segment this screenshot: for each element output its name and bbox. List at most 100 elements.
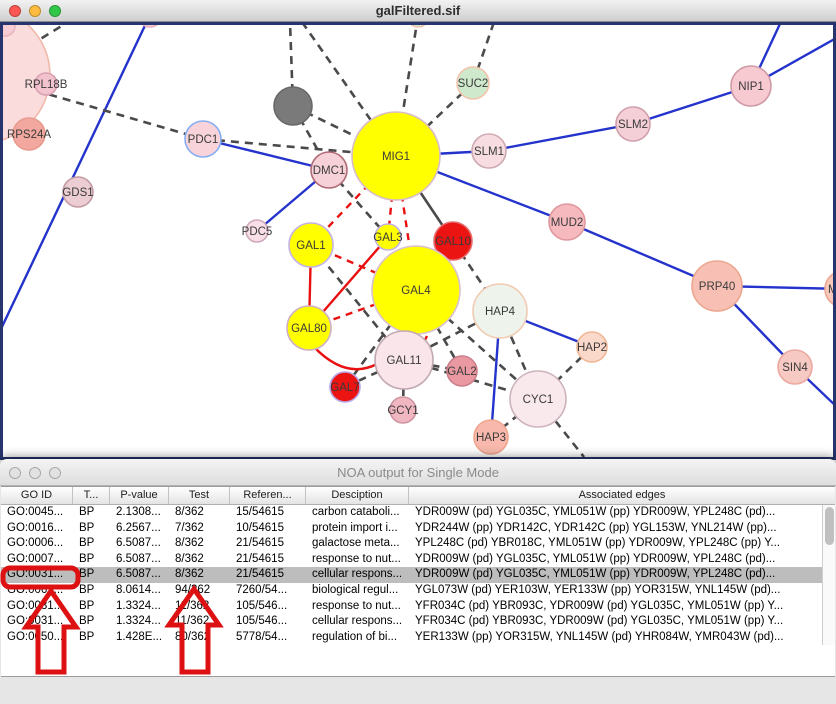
table-cell: 6.5087... <box>110 552 169 568</box>
column-header-test[interactable]: Test <box>169 487 230 504</box>
table-cell: 8/362 <box>169 505 230 521</box>
table-cell: BP <box>73 567 110 583</box>
table-cell: YFR034C (pd) YBR093C, YDR009W (pd) YGL03… <box>409 599 835 615</box>
node-label-GAL80: GAL80 <box>291 323 327 335</box>
column-header-associated-edges[interactable]: Associated edges <box>409 487 835 504</box>
table-cell: regulation of bi... <box>306 630 409 646</box>
table-cell: 2.1308... <box>110 505 169 521</box>
node-label-GAL2: GAL2 <box>447 366 476 378</box>
table-row[interactable]: GO:0065...BP8.0614...94/3627260/54...bio… <box>1 583 835 599</box>
network-window-titlebar[interactable]: galFiltered.sif <box>0 0 836 22</box>
table-row[interactable]: GO:0007...BP6.5087...8/36221/54615respon… <box>1 552 835 568</box>
scrollbar-thumb[interactable] <box>825 507 834 545</box>
node-label-MSL1: MSL1 <box>828 284 836 296</box>
table-body: GO:0045...BP2.1308...8/36215/54615carbon… <box>1 505 835 645</box>
table-cell: BP <box>73 599 110 615</box>
table-cell: YER133W (pp) YOR315W, YNL145W (pd) YHR08… <box>409 630 835 646</box>
table-cell: BP <box>73 536 110 552</box>
node-label-GAL3: GAL3 <box>373 232 402 244</box>
node-nip-cut[interactable] <box>773 22 799 24</box>
table-cell: 11/362 <box>169 599 230 615</box>
vertical-scrollbar[interactable] <box>822 505 835 645</box>
node-label-DMC1: DMC1 <box>313 165 346 177</box>
column-header-p-value[interactable]: P-value <box>110 487 169 504</box>
table-cell: 105/546... <box>230 599 306 615</box>
network-window-title: galFiltered.sif <box>0 3 836 18</box>
table-cell: 105/546... <box>230 614 306 630</box>
node-label-HAP3: HAP3 <box>476 432 506 444</box>
node-label-PDC1: PDC1 <box>188 134 219 146</box>
table-cell: 1.3324... <box>110 614 169 630</box>
noa-output-window: NOA output for Single Mode GO IDT...P-va… <box>0 459 836 704</box>
noa-window-title: NOA output for Single Mode <box>0 465 836 480</box>
node-label-PRP40: PRP40 <box>699 281 735 293</box>
table-cell: 5778/54... <box>230 630 306 646</box>
table-cell: 15/54615 <box>230 505 306 521</box>
table-cell: BP <box>73 614 110 630</box>
table-row[interactable]: GO:0031...BP6.5087...8/36221/54615cellul… <box>1 567 835 583</box>
table-cell: response to nut... <box>306 599 409 615</box>
node-label-HAP4: HAP4 <box>485 306 516 318</box>
table-cell: GO:0045... <box>1 505 73 521</box>
table-row[interactable]: GO:0006...BP6.5087...8/36221/54615galact… <box>1 536 835 552</box>
table-cell: 21/54615 <box>230 552 306 568</box>
table-row[interactable]: GO:0031...BP1.3324...11/362105/546...cel… <box>1 614 835 630</box>
table-cell: 8/362 <box>169 567 230 583</box>
table-cell: GO:0006... <box>1 536 73 552</box>
column-header-referen[interactable]: Referen... <box>230 487 306 504</box>
node-green-cut[interactable] <box>407 22 429 27</box>
table-cell: 11/362 <box>169 614 230 630</box>
table-cell: GO:0065... <box>1 583 73 599</box>
table-row[interactable]: GO:0016...BP6.2567...7/36210/54615protei… <box>1 521 835 537</box>
table-row[interactable]: GO:0045...BP2.1308...8/36215/54615carbon… <box>1 505 835 521</box>
node-label-CYC1: CYC1 <box>523 394 554 406</box>
column-header-desciption[interactable]: Desciption <box>306 487 409 504</box>
network-edge <box>489 124 633 151</box>
table-row[interactable]: GO:0050...BP1.428E...80/3625778/54...reg… <box>1 630 835 646</box>
table-cell: GO:0016... <box>1 521 73 537</box>
node-label-GAL4: GAL4 <box>401 285 431 297</box>
table-cell: 10/54615 <box>230 521 306 537</box>
table-cell: galactose meta... <box>306 536 409 552</box>
table-cell: YPL248C (pd) YBR018C, YML051W (pp) YDR00… <box>409 536 835 552</box>
table-cell: 8/362 <box>169 552 230 568</box>
table-cell: GO:0050... <box>1 630 73 646</box>
table-cell: 94/362 <box>169 583 230 599</box>
node-label-GAL1: GAL1 <box>296 240 325 252</box>
node-label-SIN4: SIN4 <box>782 362 808 374</box>
node-label-GAL10: GAL10 <box>435 236 471 248</box>
table-cell: BP <box>73 583 110 599</box>
table-cell: 80/362 <box>169 630 230 646</box>
node-label-RPS24A: RPS24A <box>7 129 51 141</box>
table-cell: BP <box>73 552 110 568</box>
table-cell: GO:0031... <box>1 614 73 630</box>
noa-results-table: GO IDT...P-valueTestReferen...Desciption… <box>1 486 835 677</box>
node-label-HAP2: HAP2 <box>577 342 607 354</box>
table-cell: YDR009W (pd) YGL035C, YML051W (pp) YDR00… <box>409 567 835 583</box>
network-window: galFiltered.sif RPL18BRPS24AGDS1PDC1DMC1… <box>0 0 836 460</box>
table-cell: 1.428E... <box>110 630 169 646</box>
table-cell: 7260/54... <box>230 583 306 599</box>
table-row[interactable]: GO:0031...BP1.3324...11/362105/546...res… <box>1 599 835 615</box>
table-cell: 6.2567... <box>110 521 169 537</box>
node-label-GAL11: GAL11 <box>387 355 422 367</box>
table-cell: YDR009W (pd) YGL035C, YML051W (pp) YDR00… <box>409 552 835 568</box>
table-cell: response to nut... <box>306 552 409 568</box>
node-label-GCY1: GCY1 <box>387 405 418 417</box>
table-cell: cellular respons... <box>306 614 409 630</box>
noa-window-titlebar[interactable]: NOA output for Single Mode <box>0 459 836 486</box>
node-label-MUD2: MUD2 <box>551 217 584 229</box>
node-top-cut-1[interactable] <box>138 22 162 27</box>
node-label-RPL18B: RPL18B <box>25 79 68 91</box>
network-canvas[interactable]: RPL18BRPS24AGDS1PDC1DMC1MIG1SUC2SLM1SLM2… <box>0 22 836 460</box>
node-gray-node[interactable] <box>274 87 312 125</box>
table-cell: GO:0031... <box>1 599 73 615</box>
column-header-go-id[interactable]: GO ID <box>1 487 73 504</box>
table-cell: cellular respons... <box>306 567 409 583</box>
column-header-t[interactable]: T... <box>73 487 110 504</box>
table-cell: 21/54615 <box>230 536 306 552</box>
table-cell: biological regul... <box>306 583 409 599</box>
table-cell: GO:0007... <box>1 552 73 568</box>
table-cell: 6.5087... <box>110 567 169 583</box>
network-edge <box>314 347 377 369</box>
